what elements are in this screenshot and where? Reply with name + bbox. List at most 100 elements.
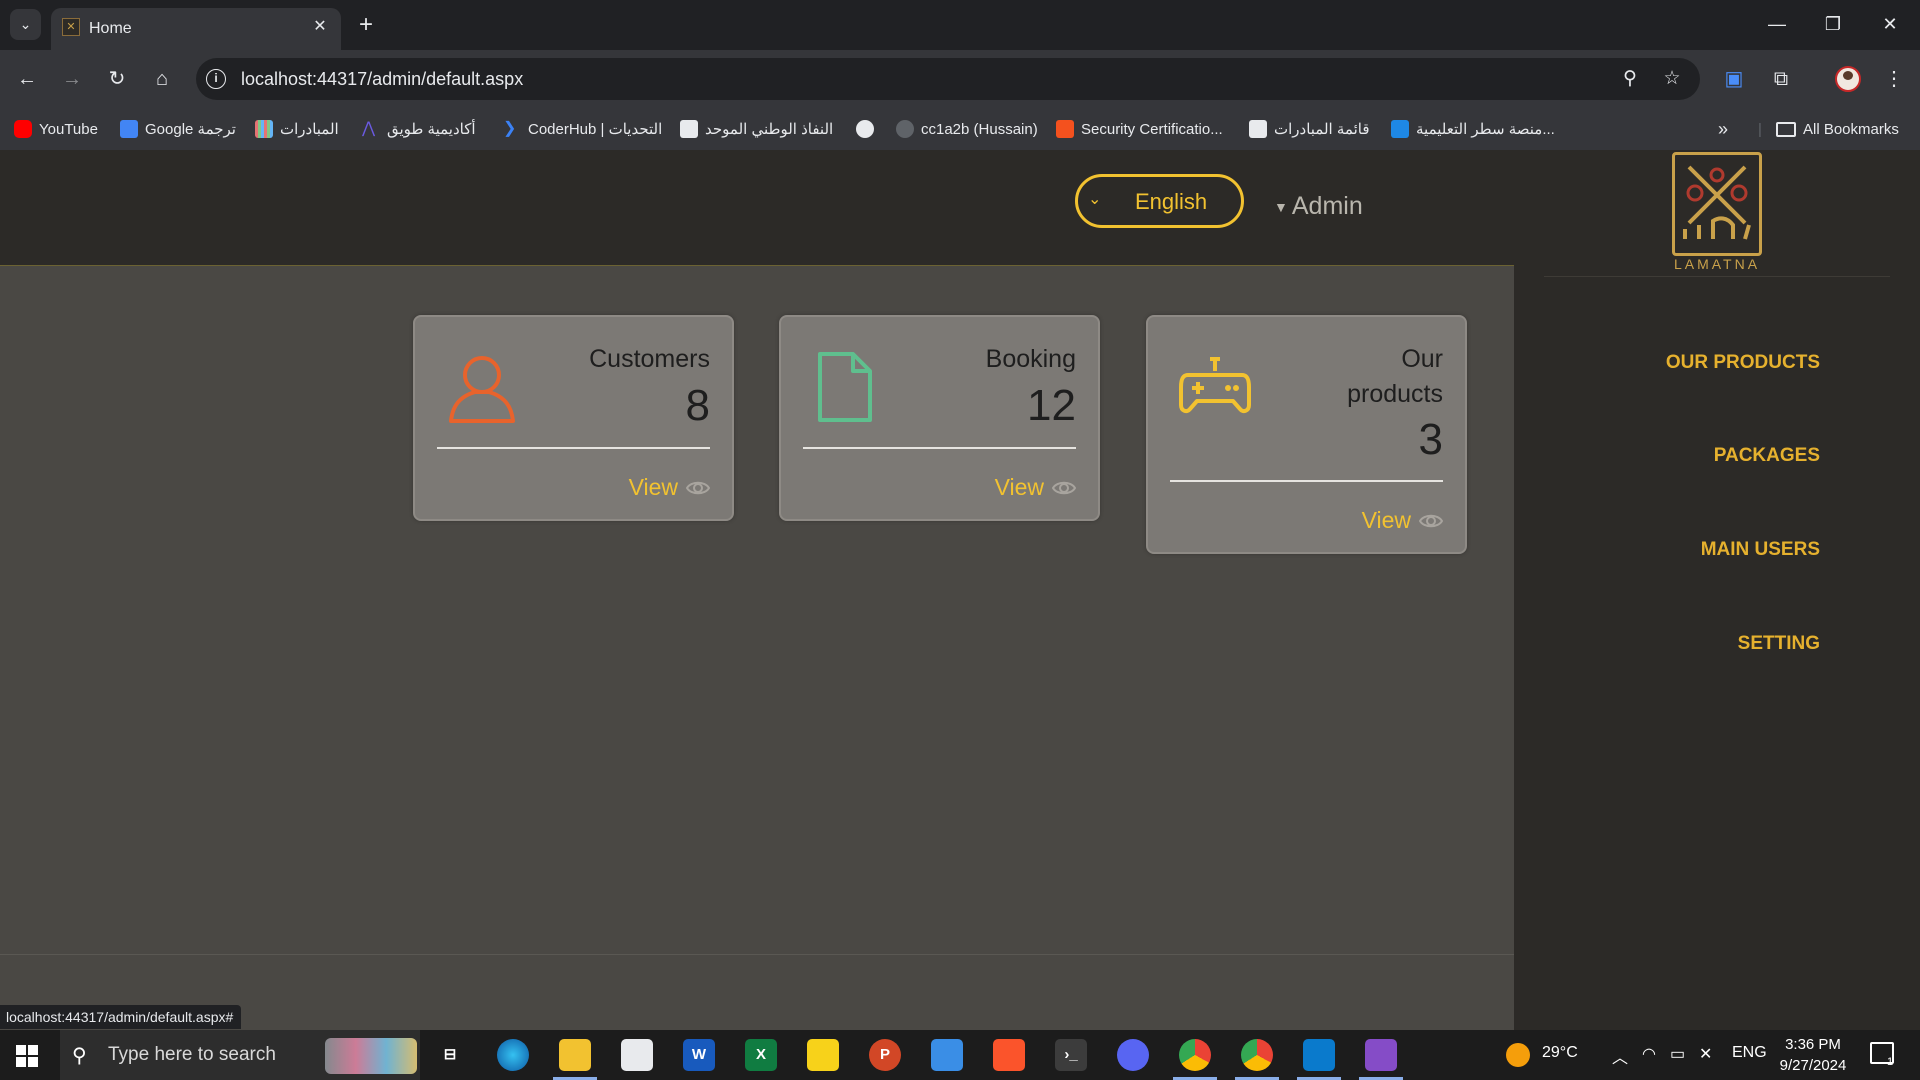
bookmark-initiatives[interactable]: المبادرات	[255, 116, 339, 142]
forward-button[interactable]: →	[57, 64, 87, 94]
products-view-link[interactable]: View	[1362, 507, 1443, 534]
tab-search-button[interactable]: ⌄	[10, 9, 41, 40]
all-bookmarks-button[interactable]: All Bookmarks	[1776, 116, 1899, 142]
gamepad-icon	[1179, 357, 1251, 414]
bookmark-security-cert[interactable]: Security Certificatio...	[1056, 116, 1223, 142]
browser-titlebar: ⌄ ✕ Home ✕ + — ❐ ✕	[0, 0, 1920, 50]
bookmark-label: Security Certificatio...	[1081, 120, 1223, 138]
customers-card: Customers 8 View	[413, 315, 734, 521]
vscode-icon[interactable]	[1303, 1039, 1335, 1071]
sidebar-divider	[1544, 276, 1890, 277]
chevron-up-icon[interactable]: ︿	[1612, 1044, 1628, 1068]
excel-icon[interactable]: X	[745, 1039, 777, 1071]
google-translate-icon	[120, 120, 138, 138]
address-bar[interactable]: i localhost:44317/admin/default.aspx ⚲ ☆	[196, 58, 1700, 100]
brave-icon[interactable]	[993, 1039, 1025, 1071]
file-explorer-icon[interactable]	[559, 1039, 591, 1071]
lamatna-logo[interactable]: LAMATNA	[1668, 150, 1766, 275]
visual-studio-icon[interactable]	[1365, 1039, 1397, 1071]
language-label: English	[1135, 189, 1208, 214]
card-count: 8	[685, 381, 710, 430]
zoom-icon[interactable]: ⚲	[1618, 67, 1642, 91]
bookmark-label: قائمة المبادرات	[1274, 121, 1370, 138]
bookmark-github[interactable]: cc1a2b (Hussain)	[896, 116, 1038, 142]
customers-view-link[interactable]: View	[629, 474, 710, 501]
weather-sun-icon[interactable]	[1506, 1043, 1530, 1067]
input-language[interactable]: ENG	[1732, 1044, 1767, 1062]
language-dropdown[interactable]: ⌄ English	[1075, 174, 1244, 228]
menu-icon[interactable]: ⋮	[1880, 65, 1908, 93]
initiatives-list-icon	[1249, 120, 1267, 138]
admin-user-menu[interactable]: ▼ Admin	[1274, 192, 1363, 221]
notification-count: 1	[1887, 1056, 1894, 1068]
terminal-icon[interactable]: ›_	[1055, 1039, 1087, 1071]
close-tab-icon[interactable]: ✕	[309, 16, 331, 38]
task-view-icon[interactable]: ⊟	[434, 1039, 466, 1071]
site-info-icon[interactable]: i	[206, 69, 226, 89]
more-bookmarks-button[interactable]: »	[1718, 116, 1728, 142]
bookmark-globe[interactable]	[856, 116, 874, 142]
close-window-button[interactable]: ✕	[1870, 10, 1910, 38]
browser-toolbar: ← → ↻ ⌂ i localhost:44317/admin/default.…	[0, 50, 1920, 108]
card-title-line: products	[1347, 380, 1443, 408]
bookmark-youtube[interactable]: YouTube	[14, 116, 98, 142]
powerpoint-icon[interactable]: P	[869, 1039, 901, 1071]
edge-icon[interactable]	[497, 1039, 529, 1071]
reload-button[interactable]: ↻	[102, 64, 132, 94]
admin-page: ⌄ English ▼ Admin Customers 8 View Bookin…	[0, 150, 1920, 1030]
word-icon[interactable]: W	[683, 1039, 715, 1071]
bookmark-coderhub[interactable]: ❯ CoderHub | التحديات	[503, 116, 662, 142]
extensions-icon[interactable]: ⧉	[1767, 65, 1795, 93]
user-icon	[449, 356, 515, 423]
logo-frame	[1672, 152, 1762, 256]
booking-view-link[interactable]: View	[995, 474, 1076, 501]
sidebar-item-packages[interactable]: PACKAGES	[1714, 445, 1820, 467]
volume-muted-icon[interactable]: ✕	[1699, 1044, 1712, 1064]
card-title: Booking	[985, 345, 1076, 373]
all-bookmarks-label: All Bookmarks	[1803, 120, 1899, 138]
home-button[interactable]: ⌂	[147, 64, 177, 94]
back-button[interactable]: ←	[12, 64, 42, 94]
chrome-icon[interactable]	[1179, 1039, 1211, 1071]
document-icon	[818, 352, 872, 422]
url-text[interactable]: localhost:44317/admin/default.aspx	[241, 69, 523, 90]
sidebar-item-main-users[interactable]: MAIN USERS	[1701, 539, 1820, 561]
store-icon[interactable]	[621, 1039, 653, 1071]
bookmark-google-translate[interactable]: Google ترجمة	[120, 116, 236, 142]
bookmark-tuwaiq[interactable]: ⋀ أكاديمية طويق	[362, 116, 476, 142]
sidebar-item-our-products[interactable]: OUR PRODUCTS	[1666, 352, 1820, 374]
bookmark-nafath[interactable]: النفاذ الوطني الموحد	[680, 116, 833, 142]
restore-button[interactable]: ❐	[1813, 10, 1853, 38]
bookmark-initiatives-list[interactable]: قائمة المبادرات	[1249, 116, 1370, 142]
card-divider	[1170, 480, 1443, 482]
battery-icon[interactable]: ▭	[1670, 1044, 1685, 1064]
chevron-down-icon: ⌄	[19, 16, 32, 32]
tab-title: Home	[89, 20, 132, 37]
youtube-icon	[14, 120, 32, 138]
profile-avatar[interactable]	[1835, 66, 1861, 92]
bookmark-satr[interactable]: منصة سطر التعليمية...	[1391, 116, 1555, 142]
chrome-profile-icon[interactable]	[1241, 1039, 1273, 1071]
eye-icon	[686, 481, 710, 494]
bookmark-star-icon[interactable]: ☆	[1660, 67, 1684, 91]
sticky-notes-icon[interactable]	[807, 1039, 839, 1071]
search-placeholder: Type here to search	[108, 1044, 276, 1065]
tuwaiq-icon: ⋀	[362, 120, 376, 137]
taskbar-clock[interactable]: 3:36 PM 9/27/2024	[1773, 1034, 1853, 1076]
minimize-button[interactable]: —	[1757, 10, 1797, 38]
new-tab-button[interactable]: +	[352, 11, 380, 39]
caret-down-icon: ▼	[1274, 199, 1288, 216]
security-cert-icon	[1056, 120, 1074, 138]
discord-icon[interactable]	[1117, 1039, 1149, 1071]
view-label: View	[1361, 507, 1411, 533]
photos-icon[interactable]	[931, 1039, 963, 1071]
taskbar-search-box[interactable]: ⚲ Type here to search	[60, 1030, 420, 1080]
temperature-label[interactable]: 29°C	[1542, 1044, 1578, 1062]
wifi-icon[interactable]: ◠	[1642, 1044, 1656, 1064]
windows-start-icon[interactable]	[16, 1045, 38, 1067]
sidebar-item-setting[interactable]: SETTING	[1738, 633, 1820, 655]
card-title: Our products	[1347, 342, 1443, 412]
browser-tab[interactable]: ✕ Home ✕	[51, 8, 341, 50]
screen-capture-icon[interactable]: ▣	[1720, 65, 1748, 93]
bookmark-label: CoderHub | التحديات	[528, 121, 663, 138]
